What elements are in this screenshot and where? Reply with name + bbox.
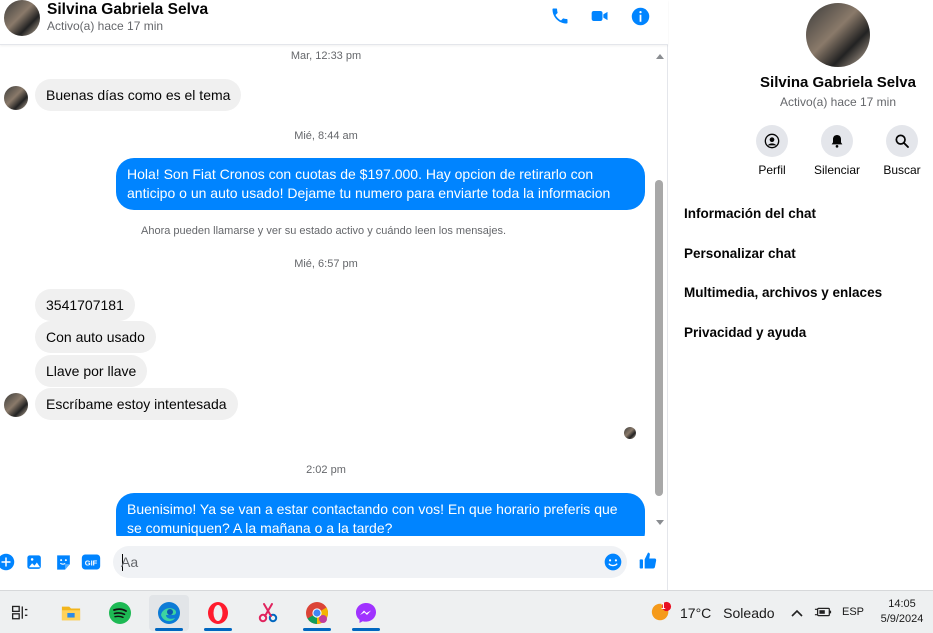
mute-button-label: Silenciar: [813, 163, 861, 177]
messenger-icon[interactable]: [346, 595, 386, 631]
incoming-message[interactable]: Escríbame estoy intentesada: [35, 388, 238, 420]
messenger-window: Silvina Gabriela Selva Activo(a) hace 17…: [0, 0, 933, 590]
info-icon[interactable]: [629, 5, 651, 27]
profile-avatar-large[interactable]: [806, 3, 870, 67]
menu-media-files-links[interactable]: Multimedia, archivos y enlaces: [684, 285, 882, 300]
message-input[interactable]: [121, 546, 601, 578]
file-explorer-icon[interactable]: [51, 595, 91, 631]
menu-chat-info[interactable]: Información del chat: [684, 206, 816, 221]
chat-header: Silvina Gabriela Selva Activo(a) hace 17…: [0, 0, 668, 45]
phone-icon[interactable]: [549, 5, 571, 27]
profile-button-label: Perfil: [758, 163, 786, 177]
bell-icon: [821, 125, 853, 157]
incoming-message[interactable]: Llave por llave: [35, 355, 148, 387]
battery-network-icon[interactable]: [814, 605, 832, 624]
input-language[interactable]: ESP: [842, 606, 864, 618]
gif-label: GIF: [85, 558, 98, 567]
system-notice: Ahora pueden llamarse y ver su estado ac…: [141, 225, 507, 237]
thumbs-up-icon[interactable]: [638, 551, 658, 571]
menu-privacy-help[interactable]: Privacidad y ayuda: [684, 325, 806, 340]
chat-details-panel: Silvina Gabriela Selva Activo(a) hace 17…: [669, 0, 933, 590]
message-list: Mar, 12:33 pm Buenas días como es el tem…: [0, 46, 652, 536]
profile-status: Activo(a) hace 17 min: [779, 95, 897, 109]
search-button[interactable]: Buscar: [872, 125, 932, 177]
scroll-thumb[interactable]: [655, 180, 663, 496]
contact-name[interactable]: Silvina Gabriela Selva: [47, 1, 208, 19]
gif-icon[interactable]: GIF: [81, 552, 101, 572]
weather-temperature: 17°C: [680, 605, 712, 621]
chat-panel: Silvina Gabriela Selva Activo(a) hace 17…: [0, 0, 668, 590]
profile-icon: [756, 125, 788, 157]
contact-avatar-small[interactable]: [4, 86, 28, 110]
search-button-label: Buscar: [883, 163, 921, 177]
profile-button[interactable]: Perfil: [742, 125, 802, 177]
seen-indicator-avatar: [624, 427, 636, 439]
system-clock[interactable]: 14:05 5/9/2024: [874, 597, 930, 627]
profile-name: Silvina Gabriela Selva: [760, 74, 916, 91]
opera-icon[interactable]: [198, 595, 238, 631]
emoji-icon[interactable]: [603, 552, 623, 577]
plus-icon[interactable]: [0, 552, 16, 572]
message-input-wrap[interactable]: [113, 546, 627, 578]
composer-bar: GIF: [0, 538, 668, 588]
task-view-icon[interactable]: [0, 595, 40, 631]
image-icon[interactable]: [24, 552, 44, 572]
weather-description: Soleado: [723, 605, 775, 621]
scroll-down-arrow-icon[interactable]: [656, 520, 664, 525]
incoming-message[interactable]: Con auto usado: [35, 321, 156, 353]
timestamp: Mié, 8:44 am: [294, 130, 358, 142]
contact-avatar[interactable]: [4, 0, 40, 36]
weather-badge: 1: [661, 602, 666, 611]
contact-avatar-small[interactable]: [4, 393, 28, 417]
clock-time: 14:05: [888, 598, 916, 610]
timestamp: 2:02 pm: [306, 464, 346, 476]
outgoing-message[interactable]: Hola! Son Fiat Cronos con cuotas de $197…: [116, 158, 645, 210]
video-call-icon[interactable]: [589, 5, 611, 27]
snipping-tool-icon[interactable]: [248, 595, 288, 631]
weather-widget[interactable]: 17°C Soleado: [680, 605, 775, 621]
edge-icon[interactable]: [149, 595, 189, 631]
outgoing-message[interactable]: Buenisimo! Ya se van a estar contactando…: [116, 493, 645, 536]
mute-button[interactable]: Silenciar: [807, 125, 867, 177]
weather-icon[interactable]: 1: [650, 601, 672, 628]
timestamp: Mar, 12:33 pm: [290, 50, 362, 62]
windows-taskbar: 1 17°C Soleado ESP 14:05 5/9/2024: [0, 590, 933, 633]
message-scrollbar[interactable]: [652, 46, 666, 536]
clock-date: 5/9/2024: [880, 613, 924, 625]
scroll-up-arrow-icon[interactable]: [656, 54, 664, 59]
tray-chevron-up-icon[interactable]: [790, 606, 804, 624]
spotify-icon[interactable]: [100, 595, 140, 631]
sticker-icon[interactable]: [53, 552, 73, 572]
menu-customize-chat[interactable]: Personalizar chat: [684, 246, 796, 261]
incoming-message[interactable]: 3541707181: [35, 289, 135, 321]
search-icon: [886, 125, 918, 157]
chrome-icon[interactable]: [297, 595, 337, 631]
contact-status: Activo(a) hace 17 min: [47, 19, 164, 33]
timestamp: Mié, 6:57 pm: [294, 258, 358, 270]
incoming-message[interactable]: Buenas días como es el tema: [35, 79, 242, 111]
